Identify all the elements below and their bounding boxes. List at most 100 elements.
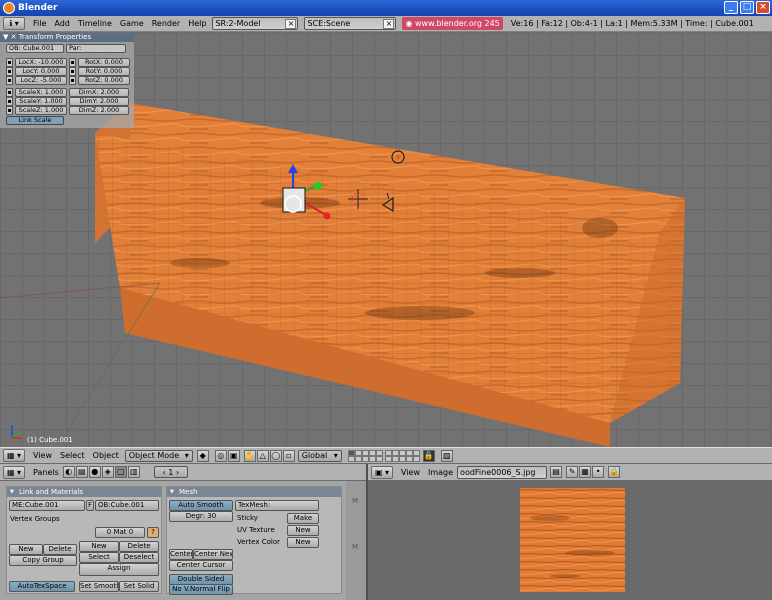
transform-properties-panel[interactable]: ▼ ✕ Transform Properties OB: Cube.001 Pa… [0,33,134,128]
image-name-field[interactable]: oodFine0006_S.jpg [457,465,548,479]
paint-icon[interactable]: ✎ [566,466,579,478]
dimz-field[interactable]: DimZ: 2.000 [69,106,129,115]
screen-selector[interactable]: SR:2-Model × [212,17,299,30]
no-vnormal-flip-toggle[interactable]: No V.Normal Flip [169,584,233,595]
menu-select[interactable]: Select [60,451,85,460]
link-materials-header[interactable]: Link and Materials [7,487,161,497]
lock-layer-icon[interactable]: 🔒 [422,449,435,462]
minimize-button[interactable]: _ [724,1,738,14]
center-cursor-button[interactable]: Center Cursor [169,560,233,571]
delete-material-button[interactable]: Delete [119,541,159,552]
center-new-button[interactable]: Center New [193,549,233,560]
lock-icon[interactable]: ▪ [69,76,76,85]
texmesh-field[interactable]: TexMesh: [235,500,319,511]
lock-icon[interactable]: ▪ [6,106,13,115]
buttons-type-button[interactable]: ▦ ▾ [3,465,25,479]
center-button[interactable]: Center [169,549,193,560]
vertex-color-new-button[interactable]: New [287,537,319,548]
scene-icon[interactable]: ▥ [127,466,140,478]
scalez-field[interactable]: ScaleZ: 1.000 [15,106,67,115]
blender-url-link[interactable]: ◉ www.blender.org 245 [402,17,503,30]
lock-image-icon[interactable]: 🔒 [608,466,621,478]
frame-field[interactable]: ‹ 1 › [153,466,188,478]
assign-material-button[interactable]: Assign [79,563,159,576]
mode-selector[interactable]: Object Mode ▾ [124,449,193,462]
logic-icon[interactable]: ◐ [62,466,75,478]
sticky-make-button[interactable]: Make [287,513,319,524]
lock-icon[interactable]: ▪ [6,97,13,106]
delete-vgroup-button[interactable]: Delete [43,544,77,555]
lock-icon[interactable]: ▪ [69,67,76,76]
menu-view[interactable]: View [33,451,52,460]
set-solid-button[interactable]: Set Solid [119,581,159,592]
mesh-name-field[interactable]: ME:Cube.001 [9,500,85,511]
image-menu-view[interactable]: View [401,468,420,477]
new-vgroup-button[interactable]: New [9,544,43,555]
chevron-right-icon[interactable]: › [173,468,179,477]
menu-render[interactable]: Render [152,19,180,28]
uv-texture-new-button[interactable]: New [287,525,319,536]
window-type-button[interactable]: ℹ ▾ [3,17,25,30]
object-icon[interactable]: ◈ [101,466,114,478]
snap-icon[interactable]: ▣ [227,449,240,462]
render-preview-icon[interactable]: ▨ [440,449,453,462]
panels-menu[interactable]: Panels [33,468,59,477]
close-scene-icon[interactable]: × [383,19,395,29]
degree-field[interactable]: Degr: 30 [169,511,233,522]
scene-selector[interactable]: SCE:Scene × [304,17,397,30]
menu-add[interactable]: Add [54,19,70,28]
orientation-selector[interactable]: Global ▾ [297,449,342,462]
set-smooth-button[interactable]: Set Smooth [79,581,119,592]
material-index-field[interactable]: 0 Mat 0 [95,527,145,538]
copy-group-button[interactable]: Copy Group [9,555,77,566]
close-button[interactable]: × [756,1,770,14]
menu-timeline[interactable]: Timeline [78,19,112,28]
layer-buttons[interactable] [347,449,420,462]
close-screen-icon[interactable]: × [285,19,297,29]
new-material-button[interactable]: New [79,541,119,552]
auto-smooth-toggle[interactable]: Auto Smooth [169,500,233,511]
script-icon[interactable]: ▤ [75,466,88,478]
editing-icon[interactable]: ▢ [114,466,127,478]
mesh-panel-header[interactable]: Mesh [167,487,341,497]
shading-icon[interactable]: ● [88,466,101,478]
dimx-field[interactable]: DimX: 2.000 [69,88,129,97]
menu-help[interactable]: Help [188,19,206,28]
lock-icon[interactable]: ▪ [6,88,13,97]
locz-field[interactable]: LocZ: -5.000 [15,76,67,85]
translate-icon[interactable]: △ [256,449,269,462]
dimy-field[interactable]: DimY: 2.000 [69,97,129,106]
parent-field[interactable]: Par: [66,44,126,53]
menu-file[interactable]: File [33,19,46,28]
menu-game[interactable]: Game [120,19,144,28]
scaley-field[interactable]: ScaleY: 1.000 [15,97,67,106]
image-type-button[interactable]: ▣ ▾ [371,465,393,479]
rotate-icon[interactable]: ◯ [269,449,282,462]
object-name-field[interactable]: OB:Cube.001 [95,500,159,511]
locx-field[interactable]: LocX: -10.000 [15,58,67,67]
select-material-button[interactable]: Select [79,552,119,563]
scale-icon[interactable]: ▫ [282,449,295,462]
buttons-scrollbar[interactable]: M M [346,481,366,600]
rotx-field[interactable]: RotX: 0.000 [78,58,130,67]
wood-texture-image[interactable] [520,488,625,592]
collapse-icon[interactable]: ▼ ✕ [3,33,19,41]
locy-field[interactable]: LocY: 0.000 [15,67,67,76]
uv-icon[interactable]: ▦ [579,466,592,478]
material-help-button[interactable]: ? [147,527,159,538]
lock-icon[interactable]: ▪ [6,67,13,76]
pivot-icon[interactable]: ◎ [214,449,227,462]
maximize-button[interactable]: □ [740,1,754,14]
lock-icon[interactable]: ▪ [6,76,13,85]
browse-image-icon[interactable]: ▤ [550,466,563,478]
scalex-field[interactable]: ScaleX: 1.000 [15,88,67,97]
image-menu-image[interactable]: Image [428,468,453,477]
rotz-field[interactable]: RotZ: 0.000 [78,76,130,85]
transform-panel-header[interactable]: ▼ ✕ Transform Properties [0,33,134,42]
roty-field[interactable]: RotY: 0.000 [78,67,130,76]
fake-user-button[interactable]: F [86,500,94,511]
lock-icon[interactable]: ▪ [6,58,13,67]
menu-object[interactable]: Object [93,451,119,460]
object-name-field[interactable]: OB: Cube.001 [6,44,64,53]
lock-icon[interactable]: ▪ [69,58,76,67]
